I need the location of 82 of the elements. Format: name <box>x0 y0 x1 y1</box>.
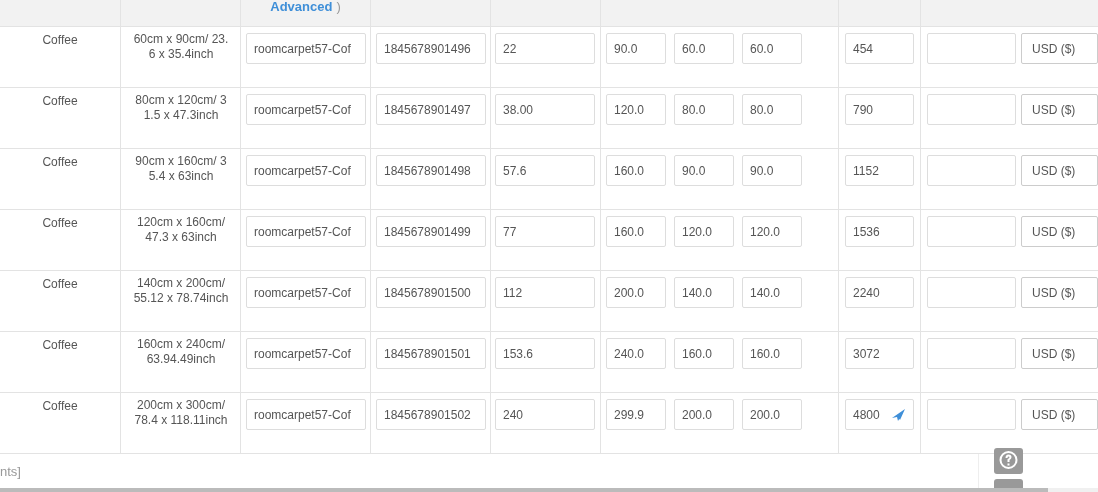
dimension-field[interactable]: 60.0 <box>674 33 734 64</box>
price-field[interactable]: 57.6 <box>495 155 595 186</box>
currency-select[interactable]: USD ($) <box>1021 277 1098 308</box>
dimension-field[interactable]: 120.0 <box>674 216 734 247</box>
dimension-field[interactable]: 80.0 <box>674 94 734 125</box>
currency-select[interactable]: USD ($) <box>1021 155 1098 186</box>
barcode-field[interactable]: 1845678901501 <box>376 338 486 369</box>
sku-field[interactable]: roomcarpet57-Cof <box>246 338 366 369</box>
size-cell-text: 120cm x 160cm/ 47.3 x 63inch <box>135 214 226 245</box>
sku-field[interactable]: roomcarpet57-Cof <box>246 216 366 247</box>
dimension-field[interactable]: 200.0 <box>606 277 666 308</box>
currency-select[interactable]: USD ($) <box>1021 216 1098 247</box>
sku-field[interactable]: roomcarpet57-Cof <box>246 33 366 64</box>
blank-field[interactable] <box>927 155 1016 186</box>
currency-select[interactable]: USD ($) <box>1021 399 1098 430</box>
footer-text: nts] <box>0 464 21 479</box>
dimension-field[interactable]: 140.0 <box>742 277 802 308</box>
currency-select[interactable]: USD ($) <box>1021 338 1098 369</box>
value-field[interactable]: 790 <box>845 94 914 125</box>
blank-field[interactable] <box>927 33 1016 64</box>
dimension-field[interactable]: 299.9 <box>606 399 666 430</box>
blank-field[interactable] <box>927 216 1016 247</box>
value-field[interactable]: 2240 <box>845 277 914 308</box>
dimension-field[interactable]: 160.0 <box>674 338 734 369</box>
dimension-field[interactable]: 160.0 <box>742 338 802 369</box>
value-field[interactable]: 1152 <box>845 155 914 186</box>
price-field[interactable]: 38.00 <box>495 94 595 125</box>
sku-field[interactable]: roomcarpet57-Cof <box>246 155 366 186</box>
size-cell-text: 160cm x 240cm/ 63.94.49inch <box>135 336 226 367</box>
dimension-field[interactable]: 90.0 <box>674 155 734 186</box>
color-cell: Coffee <box>42 94 78 108</box>
size-cell-text: 90cm x 160cm/ 35.4 x 63inch <box>134 153 228 184</box>
dimension-field[interactable]: 90.0 <box>742 155 802 186</box>
dimension-field[interactable]: 120.0 <box>606 94 666 125</box>
barcode-field[interactable]: 1845678901500 <box>376 277 486 308</box>
price-field[interactable]: 22 <box>495 33 595 64</box>
size-cell-text: 80cm x 120cm/ 31.5 x 47.3inch <box>134 92 228 123</box>
dimension-field[interactable]: 240.0 <box>606 338 666 369</box>
sku-field[interactable]: roomcarpet57-Cof <box>246 277 366 308</box>
color-cell: Coffee <box>42 399 78 413</box>
currency-select[interactable]: USD ($) <box>1021 94 1098 125</box>
barcode-field[interactable]: 1845678901497 <box>376 94 486 125</box>
color-cell: Coffee <box>42 277 78 291</box>
size-cell-text: 200cm x 300cm/ 78.4 x 118.11inch <box>133 397 229 428</box>
color-cell: Coffee <box>42 216 78 230</box>
dimension-field[interactable]: 80.0 <box>742 94 802 125</box>
color-cell: Coffee <box>42 155 78 169</box>
sku-field[interactable]: roomcarpet57-Cof <box>246 399 366 430</box>
color-cell: Coffee <box>42 33 78 47</box>
dimension-field[interactable]: 160.0 <box>606 216 666 247</box>
blank-field[interactable] <box>927 277 1016 308</box>
size-cell-text: 140cm x 200cm/ 55.12 x 78.74inch <box>132 275 230 306</box>
blank-field[interactable] <box>927 338 1016 369</box>
dimension-field[interactable]: 140.0 <box>674 277 734 308</box>
dimension-field[interactable]: 60.0 <box>742 33 802 64</box>
size-cell-text: 60cm x 90cm/ 23.6 x 35.4inch <box>132 31 230 62</box>
value-field[interactable]: 3072 <box>845 338 914 369</box>
tool-button[interactable] <box>994 479 1023 488</box>
price-field[interactable]: 153.6 <box>495 338 595 369</box>
dimension-field[interactable]: 200.0 <box>742 399 802 430</box>
value-field[interactable]: 4800 <box>845 399 914 430</box>
price-field[interactable]: 112 <box>495 277 595 308</box>
send-icon[interactable] <box>892 409 906 421</box>
value-field[interactable]: 454 <box>845 33 914 64</box>
currency-select[interactable]: USD ($) <box>1021 33 1098 64</box>
barcode-field[interactable]: 1845678901499 <box>376 216 486 247</box>
barcode-field[interactable]: 1845678901496 <box>376 33 486 64</box>
blank-field[interactable] <box>927 399 1016 430</box>
dimension-field[interactable]: 120.0 <box>742 216 802 247</box>
value-field[interactable]: 1536 <box>845 216 914 247</box>
price-field[interactable]: 77 <box>495 216 595 247</box>
dimension-field[interactable]: 160.0 <box>606 155 666 186</box>
blank-field[interactable] <box>927 94 1016 125</box>
color-cell: Coffee <box>42 338 78 352</box>
barcode-field[interactable]: 1845678901502 <box>376 399 486 430</box>
closing-parenthesis: ) <box>336 0 341 14</box>
price-field[interactable]: 240 <box>495 399 595 430</box>
help-icon[interactable] <box>994 448 1023 474</box>
dimension-field[interactable]: 200.0 <box>674 399 734 430</box>
barcode-field[interactable]: 1845678901498 <box>376 155 486 186</box>
dimension-field[interactable]: 90.0 <box>606 33 666 64</box>
sku-field[interactable]: roomcarpet57-Cof <box>246 94 366 125</box>
